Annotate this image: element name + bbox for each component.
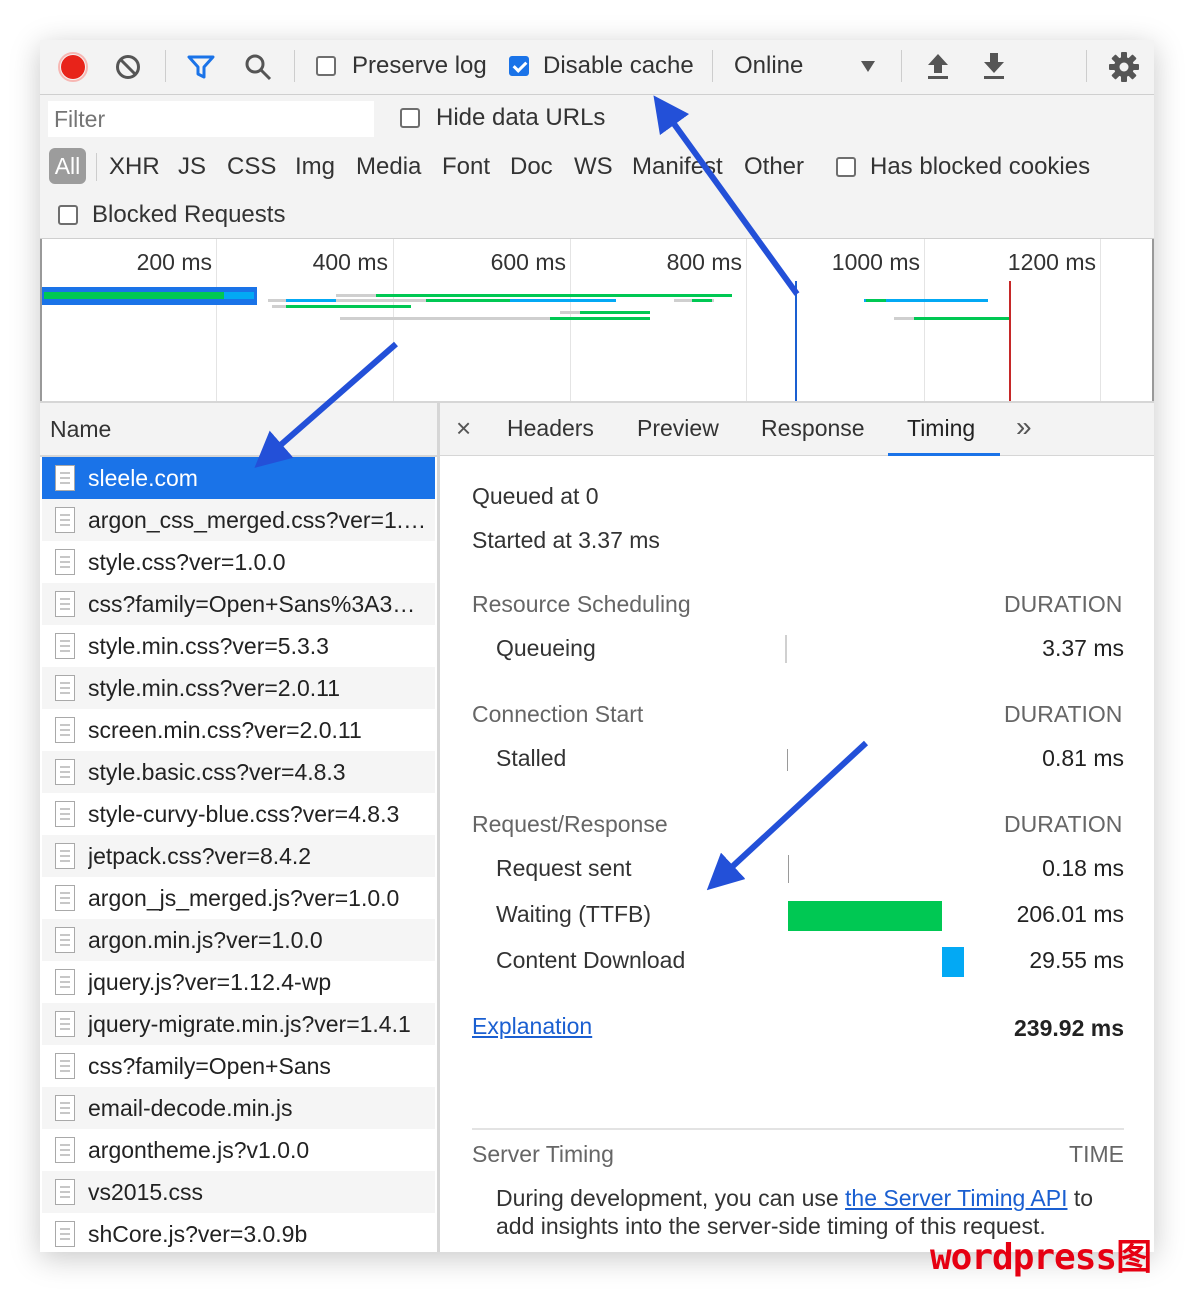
arrow-to-selected-request [254,341,398,468]
annotation-arrows [254,95,869,891]
watermark-logo: wordpress图 [930,1237,1152,1278]
devtools-window: Preserve log Disable cache Online Filter… [40,40,1154,1252]
arrow-to-waiting-ttfb [706,740,869,891]
arrow-to-disable-cache [653,95,800,296]
